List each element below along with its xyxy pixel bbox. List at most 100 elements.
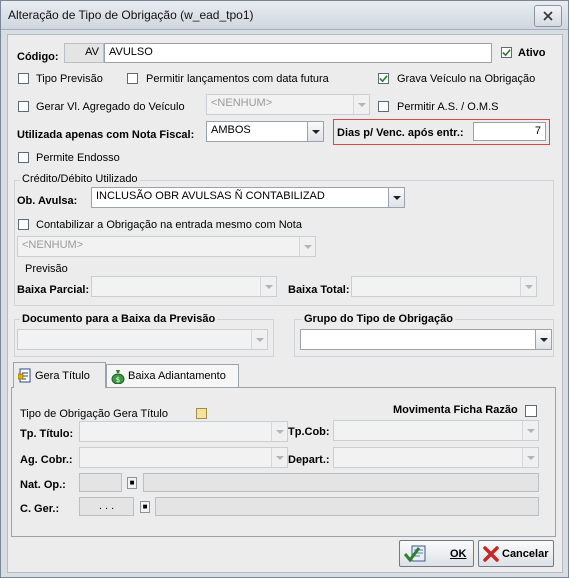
dias-input[interactable]: 7 xyxy=(473,122,546,141)
utilizada-combo[interactable]: AMBOS xyxy=(206,121,324,142)
main-window: Alteração de Tipo de Obrigação (w_ead_tp… xyxy=(0,0,569,578)
grupo-combo[interactable] xyxy=(300,329,552,350)
dropdown-arrow[interactable] xyxy=(251,330,267,349)
contabilizar-label: Contabilizar a Obrigação na entrada mesm… xyxy=(36,219,302,231)
lookup-icon: ■ xyxy=(129,478,135,487)
chevron-down-icon xyxy=(524,284,533,289)
dropdown-arrow[interactable] xyxy=(388,188,404,207)
tipo-previsao-checkbox[interactable] xyxy=(18,73,29,84)
dropdown-arrow[interactable] xyxy=(353,95,369,114)
tp-cob-combo[interactable] xyxy=(333,420,539,441)
c-ger-lookup-button[interactable]: ■ xyxy=(140,501,150,513)
permite-endosso-checkbox[interactable] xyxy=(18,152,29,163)
dropdown-arrow[interactable] xyxy=(260,277,276,296)
gerar-vl-agregado-label: Gerar Vl. Agregado do Veículo xyxy=(36,101,185,113)
nat-op-label: Nat. Op.: xyxy=(20,479,66,491)
ativo-checkbox[interactable] xyxy=(501,47,512,58)
dropdown-arrow[interactable] xyxy=(307,122,323,141)
movimenta-ficha-checkbox[interactable] xyxy=(525,405,537,417)
permitir-lancamentos-checkbox[interactable] xyxy=(127,73,138,84)
dropdown-arrow[interactable] xyxy=(271,448,287,467)
previsao-label: Previsão xyxy=(25,263,68,275)
codigo-label: Código: xyxy=(17,51,59,63)
chevron-down-icon xyxy=(275,429,284,434)
dropdown-arrow[interactable] xyxy=(299,237,315,256)
close-button[interactable] xyxy=(534,5,562,27)
contabilizar-checkbox[interactable] xyxy=(18,219,29,230)
nat-op-description-field xyxy=(143,473,539,492)
ok-button-label: OK xyxy=(450,547,467,560)
tipo-previsao-label: Tipo Previsão xyxy=(36,73,103,85)
gerar-vl-agregado-value: <NENHUM> xyxy=(211,97,273,109)
svg-text:$: $ xyxy=(116,376,120,384)
chevron-down-icon xyxy=(526,428,535,433)
credito-debito-group-label: Crédito/Débito Utilizado xyxy=(20,173,140,185)
tab-baixa-adiantamento[interactable]: $ Baixa Adiantamento xyxy=(106,364,239,387)
permite-endosso-label: Permite Endosso xyxy=(36,152,120,164)
baixa-total-label: Baixa Total: xyxy=(288,284,350,296)
gerar-vl-agregado-combo[interactable]: <NENHUM> xyxy=(206,94,370,115)
dropdown-arrow[interactable] xyxy=(271,422,287,441)
gera-titulo-panel: Tipo de Obrigação Gera Título Movimenta … xyxy=(11,387,556,537)
check-document-icon xyxy=(404,545,426,562)
chevron-down-icon xyxy=(264,284,273,289)
tp-cob-label: Tp.Cob: xyxy=(288,426,330,438)
documento-combo[interactable] xyxy=(17,329,268,350)
depart-combo[interactable] xyxy=(333,447,539,468)
tab-gera-titulo-label: Gera Título xyxy=(35,369,90,382)
baixa-total-combo[interactable] xyxy=(351,276,537,297)
baixa-parcial-label: Baixa Parcial: xyxy=(17,284,90,296)
dias-label: Dias p/ Venc. após entr.: xyxy=(337,127,464,139)
title-bar: Alteração de Tipo de Obrigação (w_ead_tp… xyxy=(1,1,568,30)
check-icon xyxy=(379,75,388,83)
tipo-obr-gera-titulo-checkbox[interactable] xyxy=(196,408,207,419)
contabilizar-combo[interactable]: <NENHUM> xyxy=(17,236,316,257)
chevron-down-icon xyxy=(357,102,366,107)
permitir-as-checkbox[interactable] xyxy=(378,101,389,112)
grava-veiculo-checkbox[interactable] xyxy=(378,73,389,84)
grava-veiculo-label: Grava Veículo na Obrigação xyxy=(397,73,536,85)
chevron-down-icon xyxy=(539,337,548,342)
gerar-vl-agregado-checkbox[interactable] xyxy=(18,101,29,112)
movimenta-ficha-label: Movimenta Ficha Razão xyxy=(393,404,518,416)
ob-avulsa-label: Ob. Avulsa: xyxy=(17,195,78,207)
tp-titulo-combo[interactable] xyxy=(79,421,288,442)
dropdown-arrow[interactable] xyxy=(522,448,538,467)
close-icon xyxy=(543,11,553,21)
tab-gera-titulo[interactable]: Gera Título xyxy=(13,362,106,388)
utilizada-label: Utilizada apenas com Nota Fiscal: xyxy=(17,129,195,141)
dropdown-arrow[interactable] xyxy=(520,277,536,296)
document-icon xyxy=(18,368,31,383)
baixa-parcial-combo[interactable] xyxy=(91,276,277,297)
dropdown-arrow[interactable] xyxy=(535,330,551,349)
nat-op-code-field xyxy=(79,473,122,492)
ag-cobr-combo[interactable] xyxy=(79,447,288,468)
cancelar-button[interactable]: Cancelar xyxy=(478,540,554,567)
chevron-down-icon xyxy=(303,244,312,249)
grupo-label: Grupo do Tipo de Obrigação xyxy=(302,313,455,325)
contabilizar-combo-value: <NENHUM> xyxy=(22,239,84,251)
c-ger-label: C. Ger.: xyxy=(20,503,60,515)
tp-titulo-label: Tp. Título: xyxy=(20,428,74,440)
documento-label: Documento para a Baixa da Previsão xyxy=(20,313,218,325)
chevron-down-icon xyxy=(526,455,535,460)
codigo-prefix-field: AV xyxy=(64,43,104,63)
chevron-down-icon xyxy=(392,195,401,200)
ok-button[interactable]: OK xyxy=(399,540,474,567)
chevron-down-icon xyxy=(255,337,264,342)
window-title: Alteração de Tipo de Obrigação (w_ead_tp… xyxy=(8,8,254,22)
chevron-down-icon xyxy=(275,455,284,460)
c-ger-code-field: . . . xyxy=(79,497,134,516)
codigo-value-field[interactable]: AVULSO xyxy=(104,43,492,63)
nat-op-lookup-button[interactable]: ■ xyxy=(127,477,137,489)
cancel-x-icon xyxy=(483,545,499,562)
tipo-obr-gera-titulo-label: Tipo de Obrigação Gera Título xyxy=(20,408,168,420)
ob-avulsa-combo[interactable]: INCLUSÃO OBR AVULSAS Ñ CONTABILIZAD xyxy=(91,187,405,208)
utilizada-value: AMBOS xyxy=(211,124,251,136)
dropdown-arrow[interactable] xyxy=(522,421,538,440)
form-client-area: Código: AV AVULSO Ativo Tipo Previsão Pe… xyxy=(7,34,563,573)
permitir-as-label: Permitir A.S. / O.M.S xyxy=(397,101,499,113)
c-ger-description-field xyxy=(155,497,539,516)
ag-cobr-label: Ag. Cobr.: xyxy=(20,454,73,466)
ob-avulsa-value: INCLUSÃO OBR AVULSAS Ñ CONTABILIZAD xyxy=(96,190,325,202)
